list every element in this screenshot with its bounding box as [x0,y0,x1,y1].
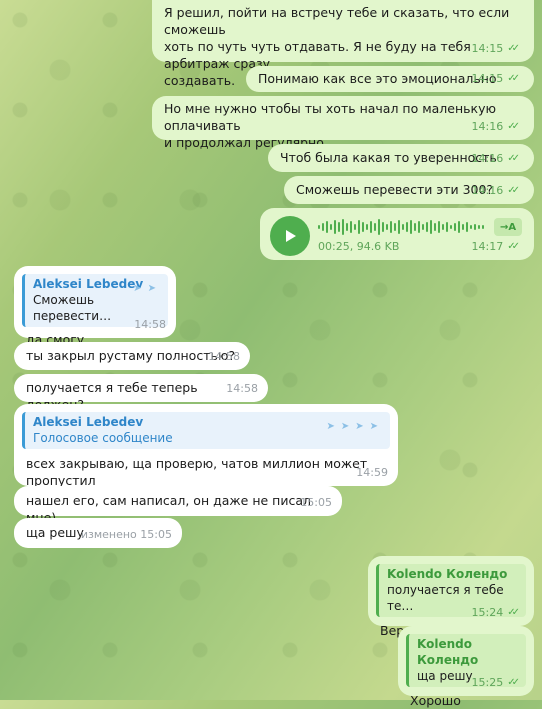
voice-waveform[interactable] [318,218,490,236]
message-text: всех закрываю, ща проверю, чатов миллион… [26,456,372,488]
message-outgoing[interactable]: Понимаю как все это эмоционально 14:15 ✓✓ [246,66,534,92]
message-meta: 14:58 [208,348,240,365]
reply-author: Kolendo Колендо [387,567,508,581]
message-incoming[interactable]: получается я тебе теперь должен? 14:58 [14,374,268,412]
read-checkmarks-icon: ✓✓ [507,153,520,164]
message-meta: 14:58 [226,380,258,397]
voice-message[interactable]: →A 00:25, 94.6 KB 14:17 ✓✓ [260,208,534,260]
message-time: 14:17 [471,240,504,253]
message-incoming[interactable]: ты закрыл рустаму полностью? 14:58 [14,342,250,370]
message-time: изменено 15:05 [80,528,172,541]
play-button[interactable] [270,216,310,256]
message-outgoing[interactable]: Чтоб была какая то уверенность 14:16 ✓✓ [268,144,534,172]
message-time: 14:59 [356,466,388,479]
message-time: 14:16 [471,184,504,197]
reply-pattern-icon: ➤➤ [133,283,162,294]
message-outgoing[interactable]: Сможешь перевести эти 300? 14:16 ✓✓ [284,176,534,204]
read-checkmarks-icon: ✓✓ [507,241,520,252]
read-checkmarks-icon: ✓✓ [507,121,520,132]
message-time: 14:16 [471,120,504,133]
message-outgoing[interactable]: Kolendo Колендо ща решу Хорошо 15:25 ✓✓ [398,626,534,708]
message-time: 14:58 [208,350,240,363]
message-meta: 14:15 ✓✓ [472,70,520,87]
play-icon [286,230,296,242]
message-meta: 14:16 ✓✓ [472,150,520,167]
read-checkmarks-icon: ✓✓ [507,185,520,196]
message-meta: 14:59 [356,464,388,481]
voice-duration: 00:25, 94.6 KB [318,240,400,253]
message-meta: 14:16 ✓✓ [472,118,520,135]
message-meta: 14:16 ✓✓ [472,182,520,199]
message-time: 14:58 [134,318,166,331]
message-meta: 15:05 [300,494,332,511]
message-time: 15:24 [471,606,504,619]
message-meta: 14:15 ✓✓ [472,40,520,57]
message-time: 15:05 [300,496,332,509]
message-meta: 15:25 ✓✓ [472,674,520,691]
message-time: 14:58 [226,382,258,395]
message-outgoing[interactable]: Я решил, пойти на встречу тебе и сказать… [152,0,534,88]
message-incoming[interactable]: ➤➤➤➤ Aleksei Lebedev Голосовое сообщение… [14,404,398,488]
message-time: 14:15 [471,72,504,85]
message-time: 14:16 [471,152,504,165]
read-checkmarks-icon: ✓✓ [507,677,520,688]
message-outgoing[interactable]: Kolendo Колендо получается я тебе те… Ве… [368,556,534,638]
message-incoming[interactable]: ➤➤ Aleksei Lebedev Сможешь перевести… да… [14,266,176,347]
reply-pattern-icon: ➤➤➤➤ [326,421,384,432]
message-meta: 14:58 [134,316,166,333]
message-meta: изменено 15:05 [81,526,172,543]
reply-author: Kolendo Колендо [417,637,479,667]
message-time: 15:25 [471,676,504,689]
message-meta: 15:24 ✓✓ [472,604,520,621]
message-incoming[interactable]: ща решу изменено 15:05 [14,518,182,548]
message-incoming[interactable]: нашел его, сам написал, он даже не писал… [14,486,342,525]
read-checkmarks-icon: ✓✓ [507,43,520,54]
read-checkmarks-icon: ✓✓ [507,607,520,618]
message-meta: 14:17 ✓✓ [472,238,520,255]
read-checkmarks-icon: ✓✓ [507,73,520,84]
transcribe-button[interactable]: →A [494,218,522,236]
message-time: 14:15 [471,42,504,55]
message-outgoing[interactable]: Но мне нужно чтобы ты хоть начал по мале… [152,96,534,150]
